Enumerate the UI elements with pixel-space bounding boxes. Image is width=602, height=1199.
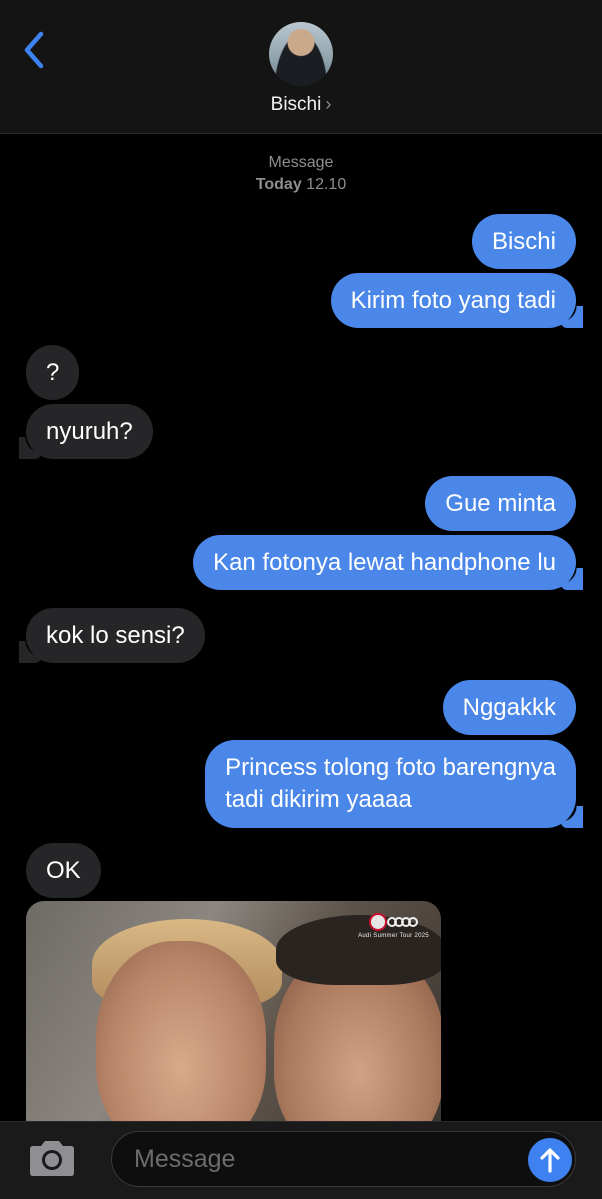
message-text: kok lo sensi? (46, 622, 185, 649)
message-bubble-sent[interactable]: Nggakkk (442, 680, 576, 735)
avatar[interactable] (269, 22, 333, 86)
composer-bar (0, 1121, 602, 1199)
timestamp-time: 12.10 (306, 176, 347, 193)
message-bubble-received[interactable]: nyuruh? (19, 404, 153, 459)
message-text: Kirim foto yang tadi (350, 287, 556, 314)
message-bubble-received[interactable]: kok lo sensi? (19, 608, 205, 663)
service-label: Message (268, 154, 334, 171)
message-bubble-sent[interactable]: Kirim foto yang tadi (330, 273, 584, 328)
timestamp: Today 12.10 (0, 174, 602, 196)
timestamp-day: Today (255, 176, 302, 193)
conversation-header: Bischi › (0, 0, 602, 134)
camera-icon (30, 1141, 74, 1176)
contact-name-label: Bischi (270, 94, 322, 115)
photo-detail (96, 941, 266, 1141)
message-text: Princess tolong foto barengnya tadi diki… (225, 754, 556, 813)
conversation-meta: Message Today 12.10 (0, 152, 602, 196)
club-crest-icon (369, 913, 387, 931)
camera-button[interactable] (26, 1138, 78, 1178)
message-text: Nggakkk (462, 694, 556, 721)
rings-logo-icon (387, 917, 418, 927)
back-button[interactable] (14, 28, 54, 72)
message-bubble-sent[interactable]: Princess tolong foto barengnya tadi diki… (205, 740, 583, 828)
message-text: OK (46, 857, 81, 884)
message-text: nyuruh? (46, 418, 133, 445)
arrow-up-icon (540, 1148, 560, 1173)
send-button[interactable] (528, 1138, 572, 1182)
message-text: Kan fotonya lewat handphone lu (213, 549, 556, 576)
message-bubble-received[interactable]: ? (26, 345, 80, 400)
message-text: ? (46, 359, 60, 386)
chevron-left-icon (24, 31, 44, 69)
photo-attachment[interactable]: Audi Summer Tour 2025 (26, 901, 441, 1141)
message-bubble-sent[interactable]: Bischi (471, 214, 576, 269)
photo-caption: Audi Summer Tour 2025 (358, 933, 429, 939)
message-bubble-sent[interactable]: Gue minta (425, 476, 576, 531)
message-text: Gue minta (445, 490, 556, 517)
chevron-right-icon: › (325, 94, 332, 114)
message-input[interactable] (111, 1131, 576, 1187)
message-text: Bischi (491, 228, 556, 255)
sponsor-logo (369, 911, 427, 933)
contact-name[interactable]: Bischi › (0, 94, 602, 116)
message-bubble-received[interactable]: OK (26, 843, 101, 898)
message-bubble-sent[interactable]: Kan fotonya lewat handphone lu (193, 535, 583, 590)
